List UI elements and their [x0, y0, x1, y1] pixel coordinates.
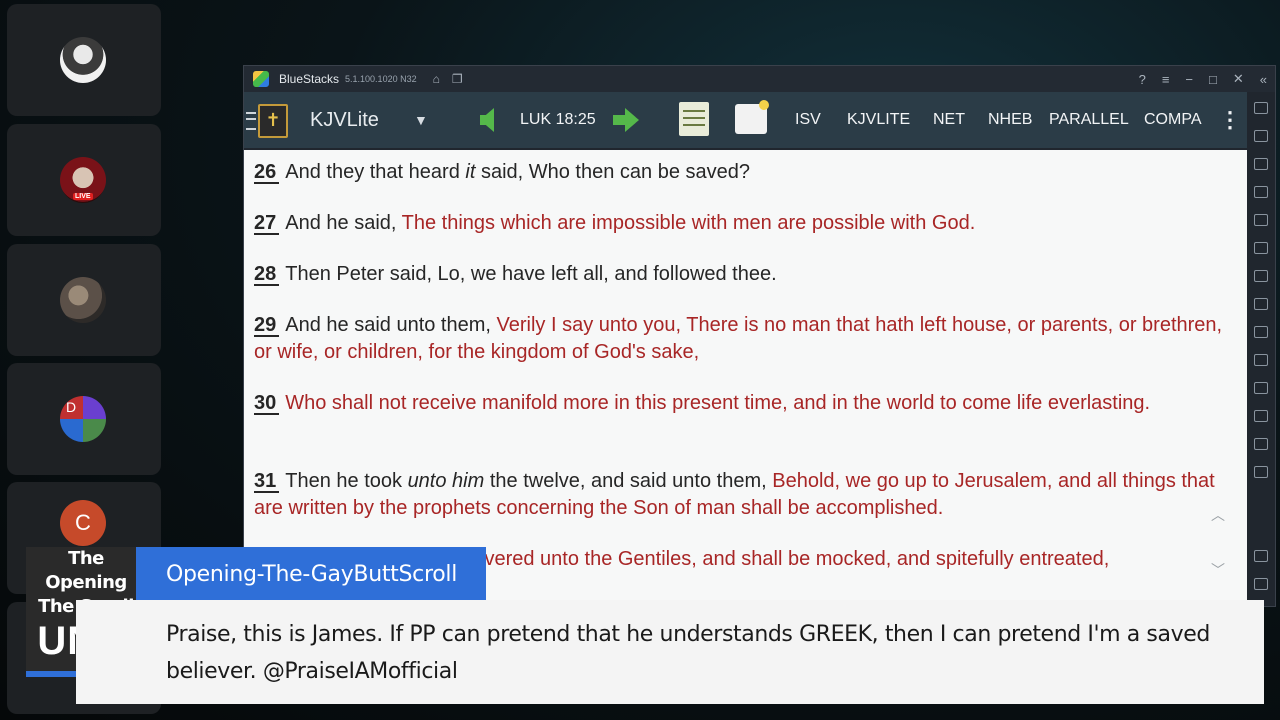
- help-icon[interactable]: ?: [1139, 72, 1146, 87]
- shake-icon[interactable]: [1254, 270, 1268, 282]
- collapse-sidebar-icon[interactable]: «: [1260, 72, 1267, 87]
- bluestacks-logo-icon: [253, 71, 269, 87]
- more-apps-icon[interactable]: [1254, 466, 1268, 478]
- verse-number[interactable]: 31: [254, 471, 280, 493]
- scroll-up-icon[interactable]: ︿: [1211, 505, 1225, 525]
- verse: 30 Who shall not receive manifold more in…: [254, 390, 1239, 417]
- bluestacks-sidebar: [1247, 92, 1275, 606]
- volume-down-icon[interactable]: [1254, 130, 1268, 142]
- tab-parallel[interactable]: PARALLEL: [1049, 92, 1129, 148]
- verse-text: And they that heard: [285, 161, 466, 183]
- window-title: BlueStacks: [279, 72, 340, 86]
- verse-text: Then he took: [285, 470, 408, 492]
- window-version: 5.1.100.1020 N32: [345, 74, 417, 84]
- previous-chapter-icon[interactable]: [480, 108, 494, 132]
- chat-message: Praise, this is James. If PP can pretend…: [166, 622, 1210, 684]
- verse: 26 And they that heard it said, Who then …: [254, 159, 1239, 186]
- window-titlebar: BlueStacks 5.1.100.1020 N32 ⌂ ❐ ? ≡ − □ …: [244, 66, 1275, 92]
- maximize-icon[interactable]: □: [1209, 72, 1217, 87]
- live-badge: LIVE: [73, 193, 93, 200]
- keyboard-icon[interactable]: [1254, 186, 1268, 198]
- screen-icon[interactable]: [1254, 158, 1268, 170]
- verse-text: And he said unto them,: [285, 314, 497, 336]
- bible-version-selector[interactable]: KJVLite: [310, 92, 379, 148]
- reference-label[interactable]: LUK 18:25: [520, 92, 596, 148]
- bible-icon[interactable]: ✝: [258, 104, 288, 138]
- window-controls: ? ≡ − □ ✕ «: [1139, 66, 1267, 92]
- menu-icon[interactable]: ≡: [1162, 72, 1170, 87]
- verse-number[interactable]: 30: [254, 393, 280, 415]
- verse-text-italic: it: [465, 161, 476, 183]
- bluestacks-window: BlueStacks 5.1.100.1020 N32 ⌂ ❐ ? ≡ − □ …: [243, 65, 1276, 607]
- participant-tile[interactable]: LIVE: [7, 124, 161, 236]
- tab-compare[interactable]: COMPA: [1144, 92, 1201, 148]
- verse-text-red: Who shall not receive manifold more in t…: [285, 392, 1151, 414]
- verse-number[interactable]: 26: [254, 162, 280, 184]
- reading-pane[interactable]: 26 And they that heard it said, Who then …: [244, 150, 1247, 606]
- avatar: [60, 277, 106, 323]
- eco-mode-icon[interactable]: [1254, 410, 1268, 422]
- verse: ivered unto the Gentiles, and shall be m…: [480, 546, 1247, 573]
- verse-text: Then Peter said, Lo, we have left all, a…: [285, 263, 777, 285]
- close-icon[interactable]: ✕: [1233, 71, 1244, 87]
- back-icon[interactable]: [1254, 578, 1268, 590]
- volume-up-icon[interactable]: [1254, 102, 1268, 114]
- avatar: D: [60, 396, 106, 442]
- settings-icon[interactable]: [1254, 550, 1268, 562]
- verse-text-red: The things which are impossible with men…: [401, 212, 976, 234]
- verse-text: said, Who then can be saved?: [475, 161, 751, 183]
- multi-instance-sync-icon[interactable]: [1254, 382, 1268, 394]
- screenshot-icon[interactable]: [1254, 326, 1268, 338]
- verse-text: the twelve, and said unto them,: [484, 470, 773, 492]
- avatar: C: [60, 500, 106, 546]
- chat-message-box: Praise, this is James. If PP can pretend…: [76, 600, 1264, 704]
- verse: 31 Then he took unto him the twelve, and …: [254, 468, 1239, 522]
- participant-tile[interactable]: D: [7, 363, 161, 475]
- tab-isv[interactable]: ISV: [795, 92, 821, 148]
- participant-tile[interactable]: [7, 4, 161, 116]
- app-toolbar: ✝ KJVLite ▼ LUK 18:25 ISV KJVLITE NET NH…: [244, 92, 1247, 148]
- verse-number[interactable]: 29: [254, 315, 280, 337]
- chat-author-banner: Opening-The-GayButtScroll: [136, 547, 486, 600]
- verse-number[interactable]: 27: [254, 213, 280, 235]
- folder-icon[interactable]: [1254, 354, 1268, 366]
- more-options-icon[interactable]: ⋮: [1219, 92, 1241, 148]
- avatar: LIVE: [60, 157, 106, 203]
- multi-instance-icon[interactable]: ❐: [452, 72, 463, 86]
- verse: 27 And he said, The things which are impo…: [254, 210, 1239, 237]
- avatar: [60, 37, 106, 83]
- chat-author: Opening-The-GayButtScroll: [166, 562, 458, 587]
- logo-text: The: [68, 548, 104, 569]
- logo-text: Opening: [45, 572, 127, 593]
- avatar-initial: C: [75, 510, 91, 535]
- scroll-down-icon[interactable]: ﹀: [1211, 560, 1225, 580]
- tab-net[interactable]: NET: [933, 92, 965, 148]
- verse-text-italic: unto him: [407, 470, 485, 492]
- layers-icon[interactable]: [1254, 438, 1268, 450]
- notes-list-icon[interactable]: [679, 102, 709, 136]
- avatar-initial: D: [66, 399, 77, 415]
- verse-text-red: ivered unto the Gentiles, and shall be m…: [480, 548, 1110, 570]
- drawer-menu-icon[interactable]: [246, 112, 256, 130]
- location-icon[interactable]: [1254, 242, 1268, 254]
- home-icon[interactable]: ⌂: [433, 72, 440, 86]
- verse-text: And he said,: [285, 212, 402, 234]
- print-icon[interactable]: [735, 100, 769, 134]
- minimize-icon[interactable]: −: [1185, 72, 1193, 87]
- next-chapter-icon[interactable]: [613, 108, 639, 132]
- rotate-icon[interactable]: [1254, 214, 1268, 226]
- macro-icon[interactable]: [1254, 298, 1268, 310]
- verse-number[interactable]: 28: [254, 264, 280, 286]
- verse: 29 And he said unto them, Verily I say un…: [254, 312, 1239, 366]
- tab-kjvlite[interactable]: KJVLITE: [847, 92, 910, 148]
- tab-nheb[interactable]: NHEB: [988, 92, 1032, 148]
- verse: 28 Then Peter said, Lo, we have left all,…: [254, 261, 1239, 288]
- participant-tile[interactable]: [7, 244, 161, 356]
- chevron-down-icon[interactable]: ▼: [414, 92, 428, 148]
